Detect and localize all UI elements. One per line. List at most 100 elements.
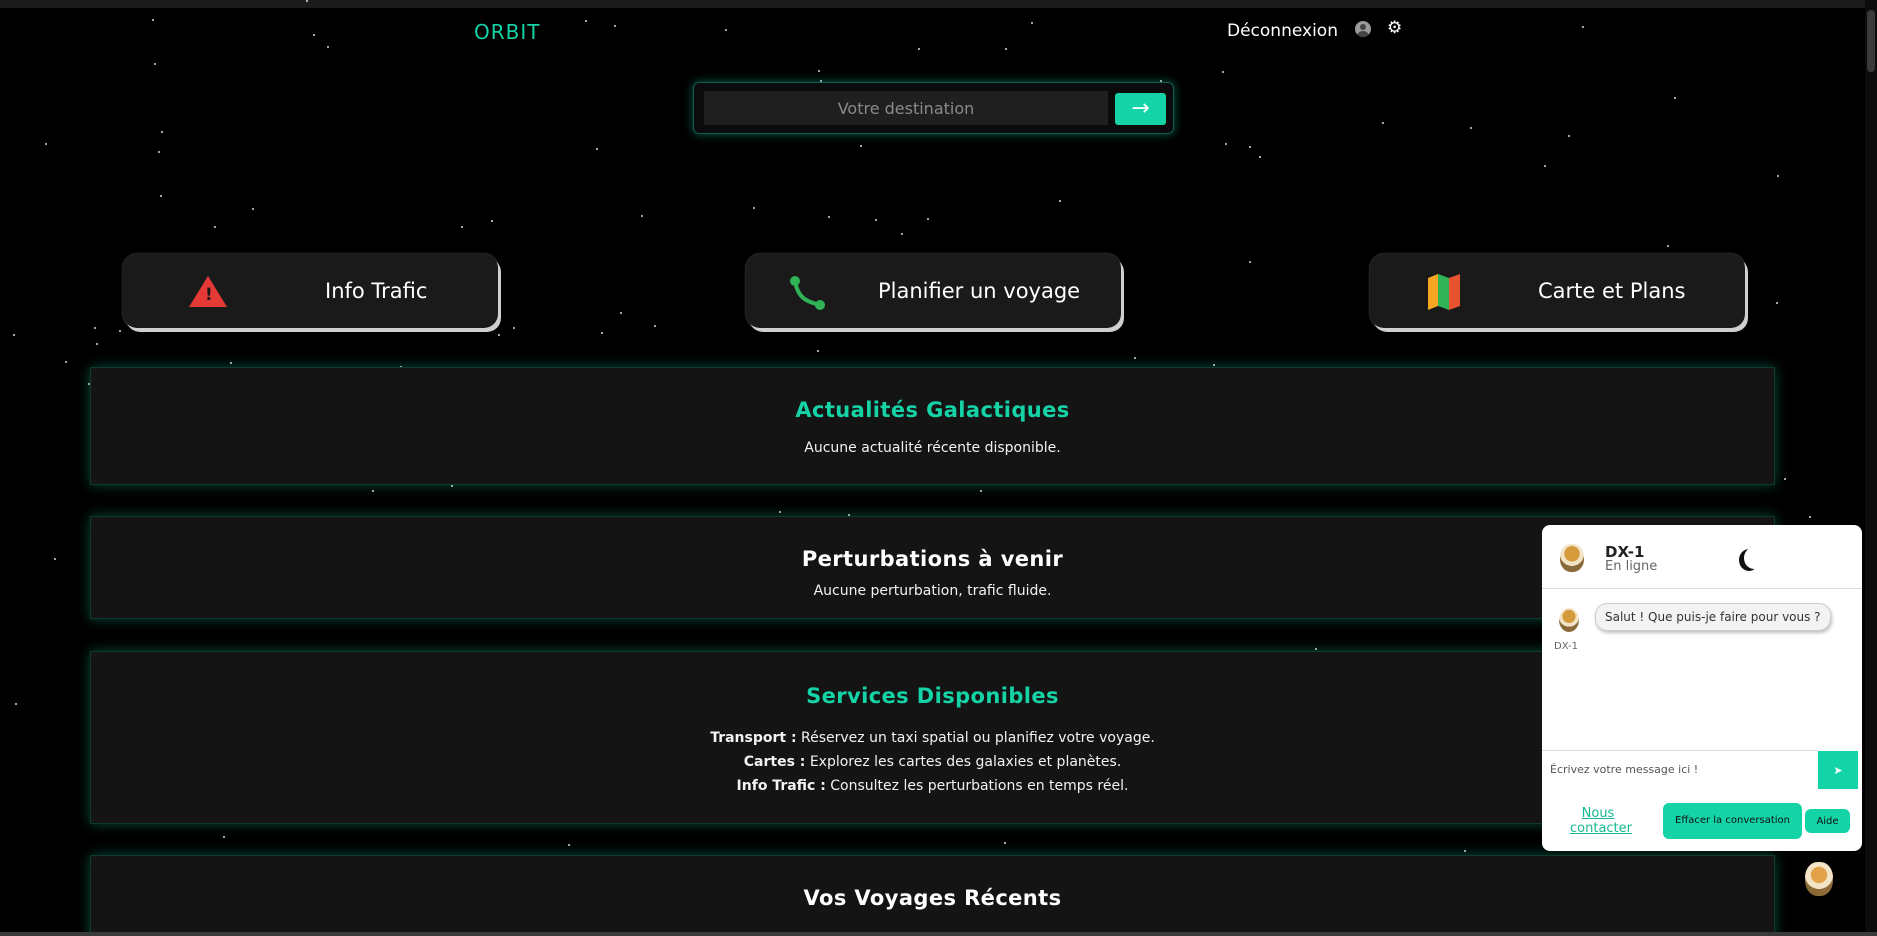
disruptions-section: Perturbations à venir Aucune perturbatio…	[90, 516, 1775, 619]
star	[901, 233, 903, 235]
star	[927, 218, 929, 220]
star	[1005, 48, 1007, 50]
star	[1784, 478, 1786, 480]
star	[327, 46, 329, 48]
star	[1776, 302, 1778, 304]
chat-send-button[interactable]: ➤	[1818, 751, 1858, 789]
message-avatar	[1559, 608, 1579, 632]
star	[817, 350, 819, 352]
service-item: Transport : Réservez un taxi spatial ou …	[91, 726, 1774, 750]
star	[119, 330, 121, 332]
scrollbar-thumb[interactable]	[1867, 10, 1875, 72]
top-bar	[0, 0, 1877, 8]
star	[585, 20, 587, 22]
clear-conversation-button[interactable]: Effacer la conversation	[1663, 803, 1802, 839]
page-scrollbar[interactable]	[1865, 0, 1877, 936]
maps-label: Carte et Plans	[1538, 279, 1686, 303]
star	[160, 195, 162, 197]
star	[1222, 71, 1224, 73]
star	[1249, 261, 1251, 263]
map-icon	[1428, 274, 1460, 310]
user-avatar-icon[interactable]	[1355, 21, 1371, 37]
message-sender: DX-1	[1554, 641, 1579, 652]
plan-trip-label: Planifier un voyage	[878, 279, 1081, 303]
star	[568, 844, 570, 846]
star	[461, 226, 463, 228]
gear-icon[interactable]: ⚙	[1387, 20, 1402, 37]
star	[753, 207, 755, 209]
star	[828, 216, 830, 218]
star	[596, 148, 598, 150]
star	[1059, 200, 1061, 202]
service-name: Transport :	[710, 730, 797, 746]
moon-icon[interactable]	[1744, 547, 1764, 569]
destination-search-input[interactable]	[704, 91, 1108, 125]
disruptions-text: Aucune perturbation, trafic fluide.	[813, 583, 1052, 599]
star	[1213, 364, 1215, 366]
plan-trip-card[interactable]: Planifier un voyage	[746, 254, 1121, 328]
recent-trips-section: Vos Voyages Récents	[90, 855, 1775, 936]
star	[513, 327, 515, 329]
star	[1674, 97, 1676, 99]
service-desc: Explorez les cartes des galaxies et plan…	[809, 754, 1122, 770]
star	[13, 334, 15, 336]
route-icon	[790, 276, 825, 310]
chat-launcher-icon[interactable]	[1805, 862, 1833, 896]
star	[654, 325, 656, 327]
star	[498, 334, 500, 336]
star	[96, 343, 98, 345]
star	[818, 70, 820, 72]
bot-avatar	[1560, 544, 1584, 572]
help-button[interactable]: Aide	[1805, 809, 1850, 833]
star	[1134, 357, 1136, 359]
star	[779, 511, 781, 513]
star	[313, 34, 315, 36]
star	[1004, 842, 1006, 844]
recent-trips-title: Vos Voyages Récents	[803, 886, 1062, 910]
news-section: Actualités Galactiques Aucune actualité …	[90, 367, 1775, 485]
traffic-info-label: Info Trafic	[325, 279, 428, 303]
services-section: Services Disponibles Transport : Réserve…	[90, 651, 1775, 824]
brand-logo[interactable]: ORBIT	[474, 20, 540, 44]
service-item: Cartes : Explorez les cartes des galaxie…	[91, 750, 1774, 774]
star	[54, 558, 56, 560]
star	[1249, 146, 1251, 148]
news-text: Aucune actualité récente disponible.	[804, 440, 1061, 456]
service-name: Cartes :	[743, 754, 806, 770]
services-title: Services Disponibles	[806, 684, 1059, 708]
star	[45, 143, 47, 145]
star	[1470, 127, 1472, 129]
service-desc: Réservez un taxi spatial ou planifiez vo…	[801, 730, 1155, 746]
service-item: Info Trafic : Consultez les perturbation…	[91, 774, 1774, 798]
star	[94, 327, 96, 329]
star	[15, 703, 17, 705]
contact-link[interactable]: Nous contacter	[1570, 806, 1632, 836]
star	[1777, 175, 1779, 177]
star	[1667, 245, 1669, 247]
maps-card[interactable]: Carte et Plans	[1370, 254, 1745, 328]
chat-message-bubble: Salut ! Que puis-je faire pour vous ?	[1595, 603, 1831, 631]
star	[980, 490, 982, 492]
logout-link[interactable]: Déconnexion	[1227, 21, 1338, 41]
disruptions-title: Perturbations à venir	[801, 547, 1064, 571]
bottom-bar	[0, 932, 1877, 936]
star	[161, 131, 163, 133]
star	[614, 25, 616, 27]
star	[860, 145, 862, 147]
service-name: Info Trafic :	[736, 778, 826, 794]
star	[1582, 26, 1584, 28]
traffic-info-card[interactable]: ! Info Trafic	[123, 254, 498, 328]
star	[1568, 135, 1570, 137]
star	[875, 219, 877, 221]
destination-search: →	[693, 82, 1174, 134]
chat-header: DX-1 En ligne	[1542, 525, 1862, 589]
service-desc: Consultez les perturbations en temps rée…	[830, 778, 1129, 794]
star	[620, 312, 622, 314]
star	[230, 362, 232, 364]
chat-message-input[interactable]	[1542, 750, 1818, 788]
search-submit-button[interactable]: →	[1115, 93, 1166, 125]
star	[1031, 22, 1033, 24]
star	[1259, 156, 1261, 158]
news-title: Actualités Galactiques	[795, 398, 1070, 422]
star	[451, 485, 453, 487]
